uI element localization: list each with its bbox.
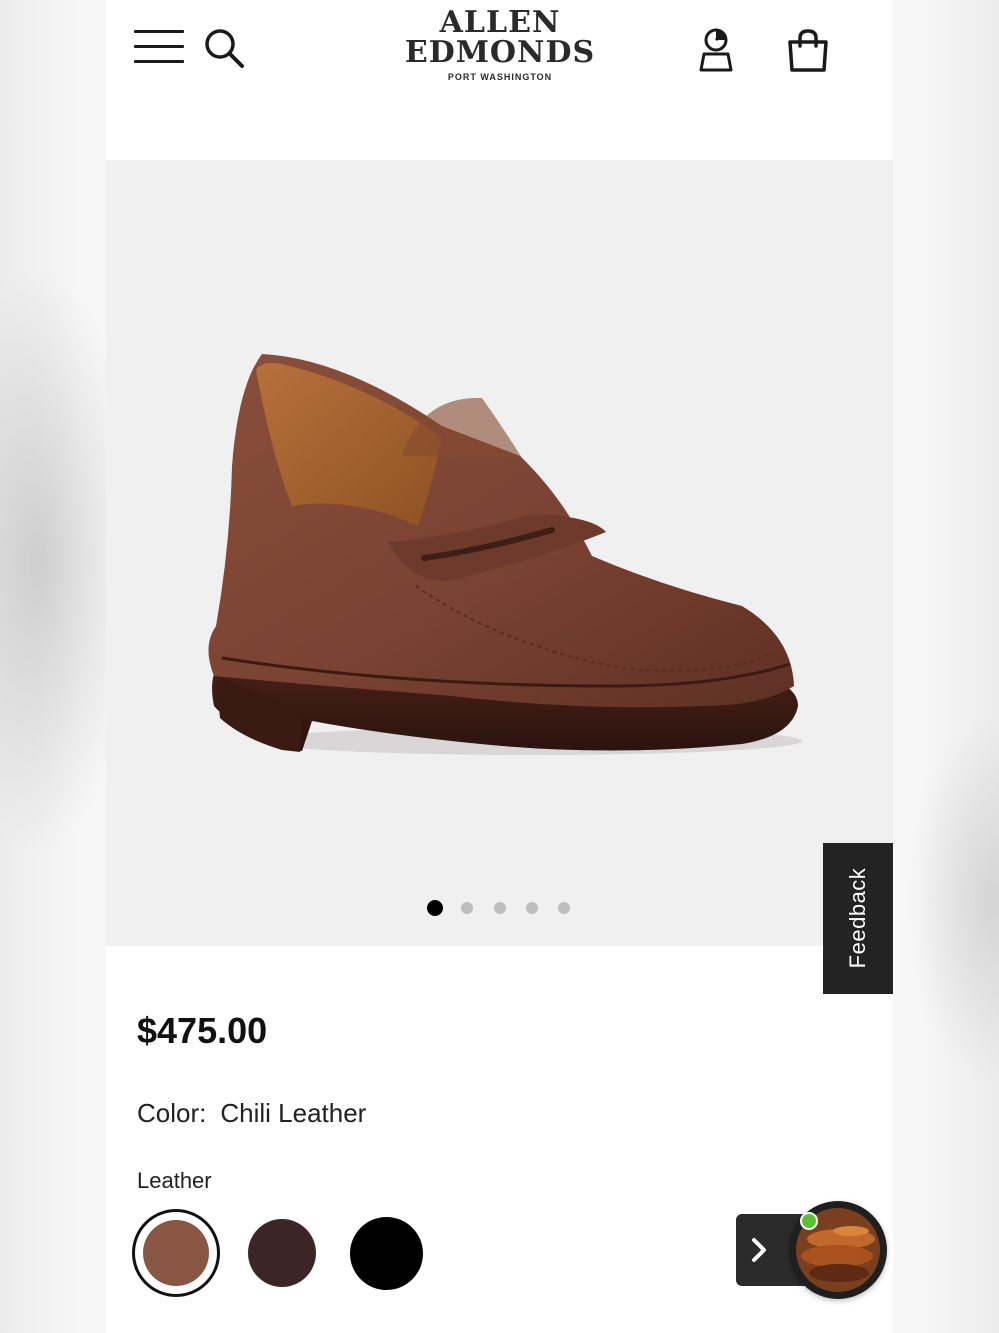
product-image-gallery[interactable] (106, 160, 893, 946)
color-row: Color: Chili Leather (137, 1098, 366, 1129)
pagination-dot-1[interactable] (427, 900, 443, 916)
header-spacer (106, 114, 893, 160)
shopping-bag-icon[interactable] (786, 28, 830, 74)
menu-icon[interactable] (134, 28, 184, 66)
pagination-dot-4[interactable] (526, 902, 538, 914)
brand-tagline: PORT WASHINGTON (447, 72, 553, 82)
product-image-loafer (208, 354, 802, 755)
site-header: ALLEN EDMONDS PORT WASHINGTON (106, 0, 893, 114)
product-page: ALLEN EDMONDS PORT WASHINGTON Feedback $… (106, 0, 893, 1333)
online-status-dot (800, 1212, 818, 1230)
pagination-dot-2[interactable] (461, 902, 473, 914)
account-icon[interactable] (694, 26, 738, 76)
swatch-black[interactable] (350, 1217, 423, 1290)
gallery-pagination (106, 900, 893, 916)
brand-logo[interactable]: ALLEN EDMONDS PORT WASHINGTON (400, 5, 600, 83)
color-value: Chili Leather (220, 1098, 367, 1128)
brand-line-2: EDMONDS (404, 35, 596, 70)
swatch-chili-leather[interactable] (143, 1220, 209, 1286)
pagination-dot-3[interactable] (494, 902, 506, 914)
feedback-tab[interactable]: Feedback (823, 843, 893, 994)
material-label: Leather (137, 1168, 212, 1193)
color-label: Color: (137, 1098, 207, 1128)
feedback-label: Feedback (845, 867, 870, 969)
search-icon[interactable] (202, 26, 246, 70)
brand-line-1: ALLEN (439, 5, 561, 40)
swatch-dark-brown[interactable] (248, 1219, 316, 1287)
product-price: $475.00 (137, 1010, 268, 1051)
pagination-dot-5[interactable] (558, 902, 570, 914)
